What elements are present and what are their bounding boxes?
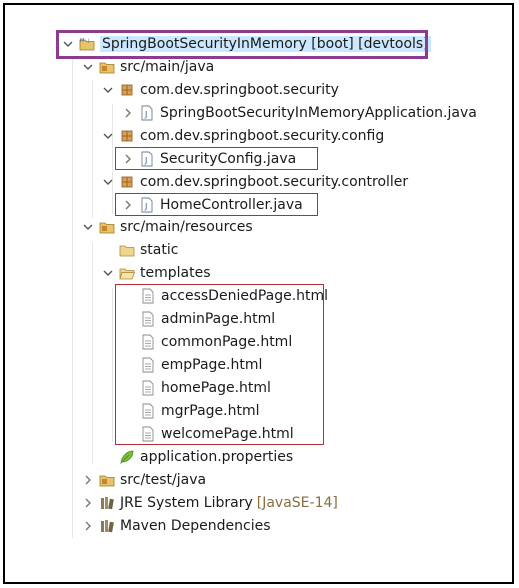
templates-highlight-box [115, 284, 324, 445]
java-file-label: SpringBootSecurityInMemoryApplication.ja… [160, 105, 477, 121]
package-icon [119, 82, 135, 98]
chevron-right-icon[interactable] [120, 102, 136, 124]
folder-icon [119, 242, 135, 258]
source-folder-icon [99, 219, 115, 235]
tree-guide-line [112, 104, 113, 214]
package-label: com.dev.springboot.security.config [140, 128, 385, 144]
chevron-down-icon[interactable] [100, 171, 116, 193]
tree-item-src-test-java[interactable]: src/test/java [80, 469, 206, 491]
package-icon [119, 128, 135, 144]
library-icon [99, 518, 115, 534]
jre-library-label: JRE System Library [120, 495, 253, 511]
tree-item-static-folder[interactable]: static [100, 239, 178, 261]
tree-item-templates-folder[interactable]: templates [100, 262, 211, 284]
tree-item-src-main-java[interactable]: src/main/java [80, 56, 214, 78]
tree-item-properties-file[interactable]: application.properties [100, 446, 293, 468]
source-folder-icon [99, 472, 115, 488]
tree-guide-line [72, 56, 73, 538]
static-folder-label: static [140, 242, 179, 258]
tree-item-package[interactable]: com.dev.springboot.security [100, 79, 339, 101]
chevron-down-icon[interactable] [100, 125, 116, 147]
chevron-right-icon[interactable] [80, 469, 96, 491]
templates-folder-label: templates [140, 265, 211, 281]
tree-item-src-main-resources[interactable]: src/main/resources [80, 216, 253, 238]
src-test-java-label: src/test/java [120, 472, 207, 488]
tree-guide-line [92, 242, 93, 464]
chevron-right-icon[interactable] [80, 492, 96, 514]
home-controller-highlight-box [115, 193, 318, 216]
security-config-highlight-box [115, 147, 318, 170]
chevron-down-icon[interactable] [100, 79, 116, 101]
properties-file-label: application.properties [140, 449, 294, 465]
package-icon [119, 174, 135, 190]
java-file-icon: J [139, 105, 155, 121]
leaf-icon [119, 449, 135, 465]
src-main-java-label: src/main/java [120, 59, 215, 75]
folder-open-icon [119, 265, 135, 281]
package-label: com.dev.springboot.security [140, 82, 339, 98]
tree-guide-line [92, 80, 93, 218]
source-folder-icon [99, 59, 115, 75]
tree-guide-line [112, 288, 113, 442]
src-main-resources-label: src/main/resources [120, 219, 253, 235]
jre-library-decoration: [JavaSE-14] [256, 495, 338, 511]
tree-item-jre-library[interactable]: JRE System Library [JavaSE-14] [80, 492, 338, 514]
tree-item-package[interactable]: com.dev.springboot.security.config [100, 125, 384, 147]
svg-text:J: J [144, 110, 147, 119]
chevron-right-icon[interactable] [80, 515, 96, 537]
project-highlight-box [56, 30, 428, 59]
tree-item-package[interactable]: com.dev.springboot.security.controller [100, 171, 408, 193]
maven-dependencies-label: Maven Dependencies [120, 518, 271, 534]
tree-item-maven-dependencies[interactable]: Maven Dependencies [80, 515, 271, 537]
chevron-down-icon[interactable] [80, 216, 96, 238]
library-icon [99, 495, 115, 511]
tree-item-java-file[interactable]: J SpringBootSecurityInMemoryApplication.… [120, 102, 477, 124]
chevron-down-icon[interactable] [80, 56, 96, 78]
chevron-down-icon[interactable] [100, 262, 116, 284]
package-label: com.dev.springboot.security.controller [140, 174, 409, 190]
